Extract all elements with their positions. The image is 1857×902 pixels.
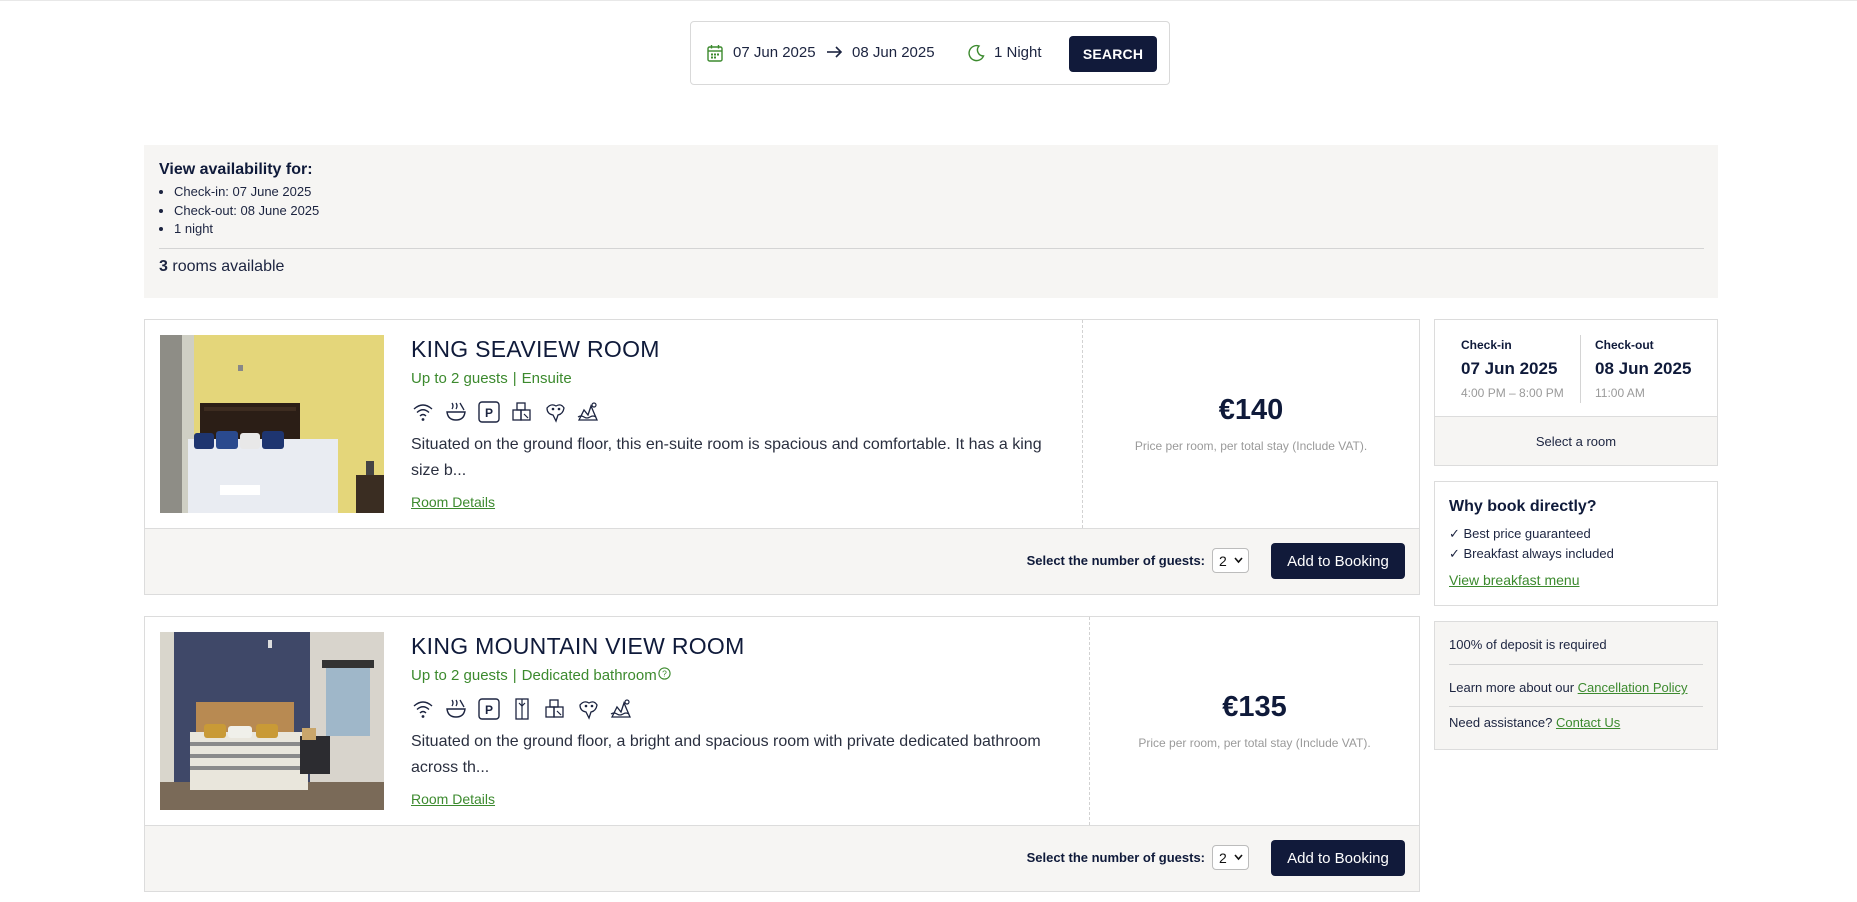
svg-text:P: P [485, 406, 493, 420]
wifi-icon[interactable] [411, 697, 435, 721]
wardrobe-icon[interactable] [510, 697, 534, 721]
calendar-icon[interactable] [707, 44, 723, 67]
separator: | [512, 370, 517, 387]
guests-label: Select the number of guests: [1026, 850, 1205, 865]
select-room-prompt: Select a room [1435, 416, 1717, 465]
divider [159, 248, 1704, 249]
amenity-icons: P [411, 697, 633, 721]
room-feature: Ensuite [521, 370, 572, 387]
breakfast-icon[interactable] [444, 697, 468, 721]
room-card: KING SEAVIEW ROOM Up to 2 guests | Ensuite… [144, 319, 1420, 595]
top-divider [0, 0, 1857, 1]
checkin-date-field[interactable]: 07 Jun 2025 [733, 44, 816, 61]
why-book-directly-panel: Why book directly? ✓ Best price guarante… [1434, 481, 1718, 606]
checkin-label: Check-in [1461, 338, 1512, 352]
checkout-date: 08 Jun 2025 [1595, 359, 1692, 378]
checkout-date-field[interactable]: 08 Jun 2025 [852, 44, 935, 61]
guests-value: 2 [1219, 552, 1227, 569]
breakfast-menu-link[interactable]: View breakfast menu [1449, 572, 1579, 588]
availability-checkin: Check-in: 07 June 2025 [174, 183, 319, 202]
guests-label: Select the number of guests: [1026, 553, 1205, 568]
wifi-icon[interactable] [411, 400, 435, 424]
divider [1449, 664, 1703, 665]
add-to-booking-button[interactable]: Add to Booking [1271, 840, 1405, 876]
parking-icon[interactable]: P [477, 697, 501, 721]
parking-icon[interactable]: P [477, 400, 501, 424]
cancellation-prefix: Learn more about our [1449, 680, 1575, 695]
benefit-item: ✓ Breakfast always included [1449, 546, 1614, 561]
moon-icon [967, 44, 985, 67]
iron-icon[interactable] [510, 400, 534, 424]
room-guests: Up to 2 guests [411, 370, 508, 387]
contact-us-link[interactable]: Contact Us [1556, 715, 1620, 730]
cancellation-row: Learn more about our Cancellation Policy [1449, 680, 1703, 695]
svg-text:P: P [485, 703, 493, 717]
checkin-summary: Check-in 07 Jun 2025 4:00 PM – 8:00 PM [1461, 338, 1564, 400]
cancellation-policy-link[interactable]: Cancellation Policy [1578, 680, 1688, 695]
benefits-list: ✓ Best price guaranteed ✓ Breakfast alwa… [1449, 524, 1614, 564]
room-description: Situated on the ground floor, this en-su… [411, 436, 1042, 479]
room-booking-footer: Select the number of guests: 2 Add to Bo… [145, 528, 1419, 594]
search-button[interactable]: SEARCH [1069, 36, 1157, 72]
room-guests: Up to 2 guests [411, 667, 508, 684]
availability-list: Check-in: 07 June 2025 Check-out: 08 Jun… [159, 183, 319, 239]
why-title: Why book directly? [1449, 498, 1597, 515]
availability-checkout: Check-out: 08 June 2025 [174, 202, 319, 221]
assistance-prefix: Need assistance? [1449, 715, 1553, 730]
availability-summary: View availability for: Check-in: 07 June… [144, 145, 1718, 298]
rooms-available-count: 3 rooms available [159, 258, 284, 276]
toiletries-icon[interactable] [576, 697, 600, 721]
guests-select[interactable]: 2 [1212, 548, 1249, 573]
deposit-text: 100% of deposit is required [1449, 637, 1607, 652]
room-price: €135 [1222, 691, 1287, 723]
checkout-summary: Check-out 08 Jun 2025 11:00 AM [1595, 338, 1691, 400]
availability-nights: 1 night [174, 220, 319, 239]
help-icon[interactable]: ? [658, 667, 671, 684]
price-note: Price per room, per total stay (Include … [1134, 439, 1368, 453]
room-price: €140 [1218, 394, 1284, 426]
toiletries-icon[interactable] [543, 400, 567, 424]
room-feature: Dedicated bathroom [521, 667, 657, 684]
amenity-icons: P [411, 400, 600, 424]
date-search-bar: 07 Jun 2025 08 Jun 2025 1 Night SEARCH [690, 21, 1170, 85]
arrow-right-icon [826, 43, 844, 66]
guests-value: 2 [1219, 849, 1227, 866]
price-note: Price per room, per total stay (Include … [1138, 736, 1371, 750]
room-title: KING MOUNTAIN VIEW ROOM [411, 633, 745, 659]
room-booking-footer: Select the number of guests: 2 Add to Bo… [145, 825, 1419, 891]
divider [1580, 335, 1581, 403]
iron-icon[interactable] [543, 697, 567, 721]
breakfast-icon[interactable] [444, 400, 468, 424]
room-capacity: Up to 2 guests | Ensuite [411, 370, 572, 387]
checkout-label: Check-out [1595, 338, 1654, 352]
rooms-count-number: 3 [159, 258, 168, 275]
svg-text:?: ? [662, 669, 667, 679]
sea-view-icon[interactable] [576, 400, 600, 424]
separator: | [512, 667, 517, 684]
checkin-time: 4:00 PM – 8:00 PM [1461, 386, 1564, 400]
checkin-date: 07 Jun 2025 [1461, 359, 1558, 378]
room-description: Situated on the ground floor, a bright a… [411, 733, 1041, 776]
checkout-time: 11:00 AM [1595, 386, 1645, 400]
room-capacity: Up to 2 guests | Dedicated bathroom? [411, 667, 671, 684]
divider [1449, 706, 1703, 707]
room-details-link[interactable]: Room Details [411, 791, 495, 807]
policy-info-panel: 100% of deposit is required Learn more a… [1434, 621, 1718, 750]
availability-title: View availability for: [159, 161, 313, 178]
nights-count: 1 Night [994, 44, 1042, 61]
room-photo[interactable] [160, 632, 384, 810]
guests-select[interactable]: 2 [1212, 845, 1249, 870]
mountain-view-icon[interactable] [609, 697, 633, 721]
room-details-link[interactable]: Room Details [411, 494, 495, 510]
room-photo[interactable] [160, 335, 384, 513]
rooms-count-label: rooms available [172, 258, 285, 275]
add-to-booking-button[interactable]: Add to Booking [1271, 543, 1405, 579]
room-card: KING MOUNTAIN VIEW ROOM Up to 2 guests | D… [144, 616, 1420, 892]
chevron-down-icon [1234, 553, 1243, 570]
chevron-down-icon [1234, 850, 1243, 867]
room-title: KING SEAVIEW ROOM [411, 336, 660, 362]
assistance-row: Need assistance? Contact Us [1449, 715, 1703, 730]
benefit-item: ✓ Best price guaranteed [1449, 526, 1591, 541]
booking-summary: Check-in 07 Jun 2025 4:00 PM – 8:00 PM C… [1434, 319, 1718, 466]
